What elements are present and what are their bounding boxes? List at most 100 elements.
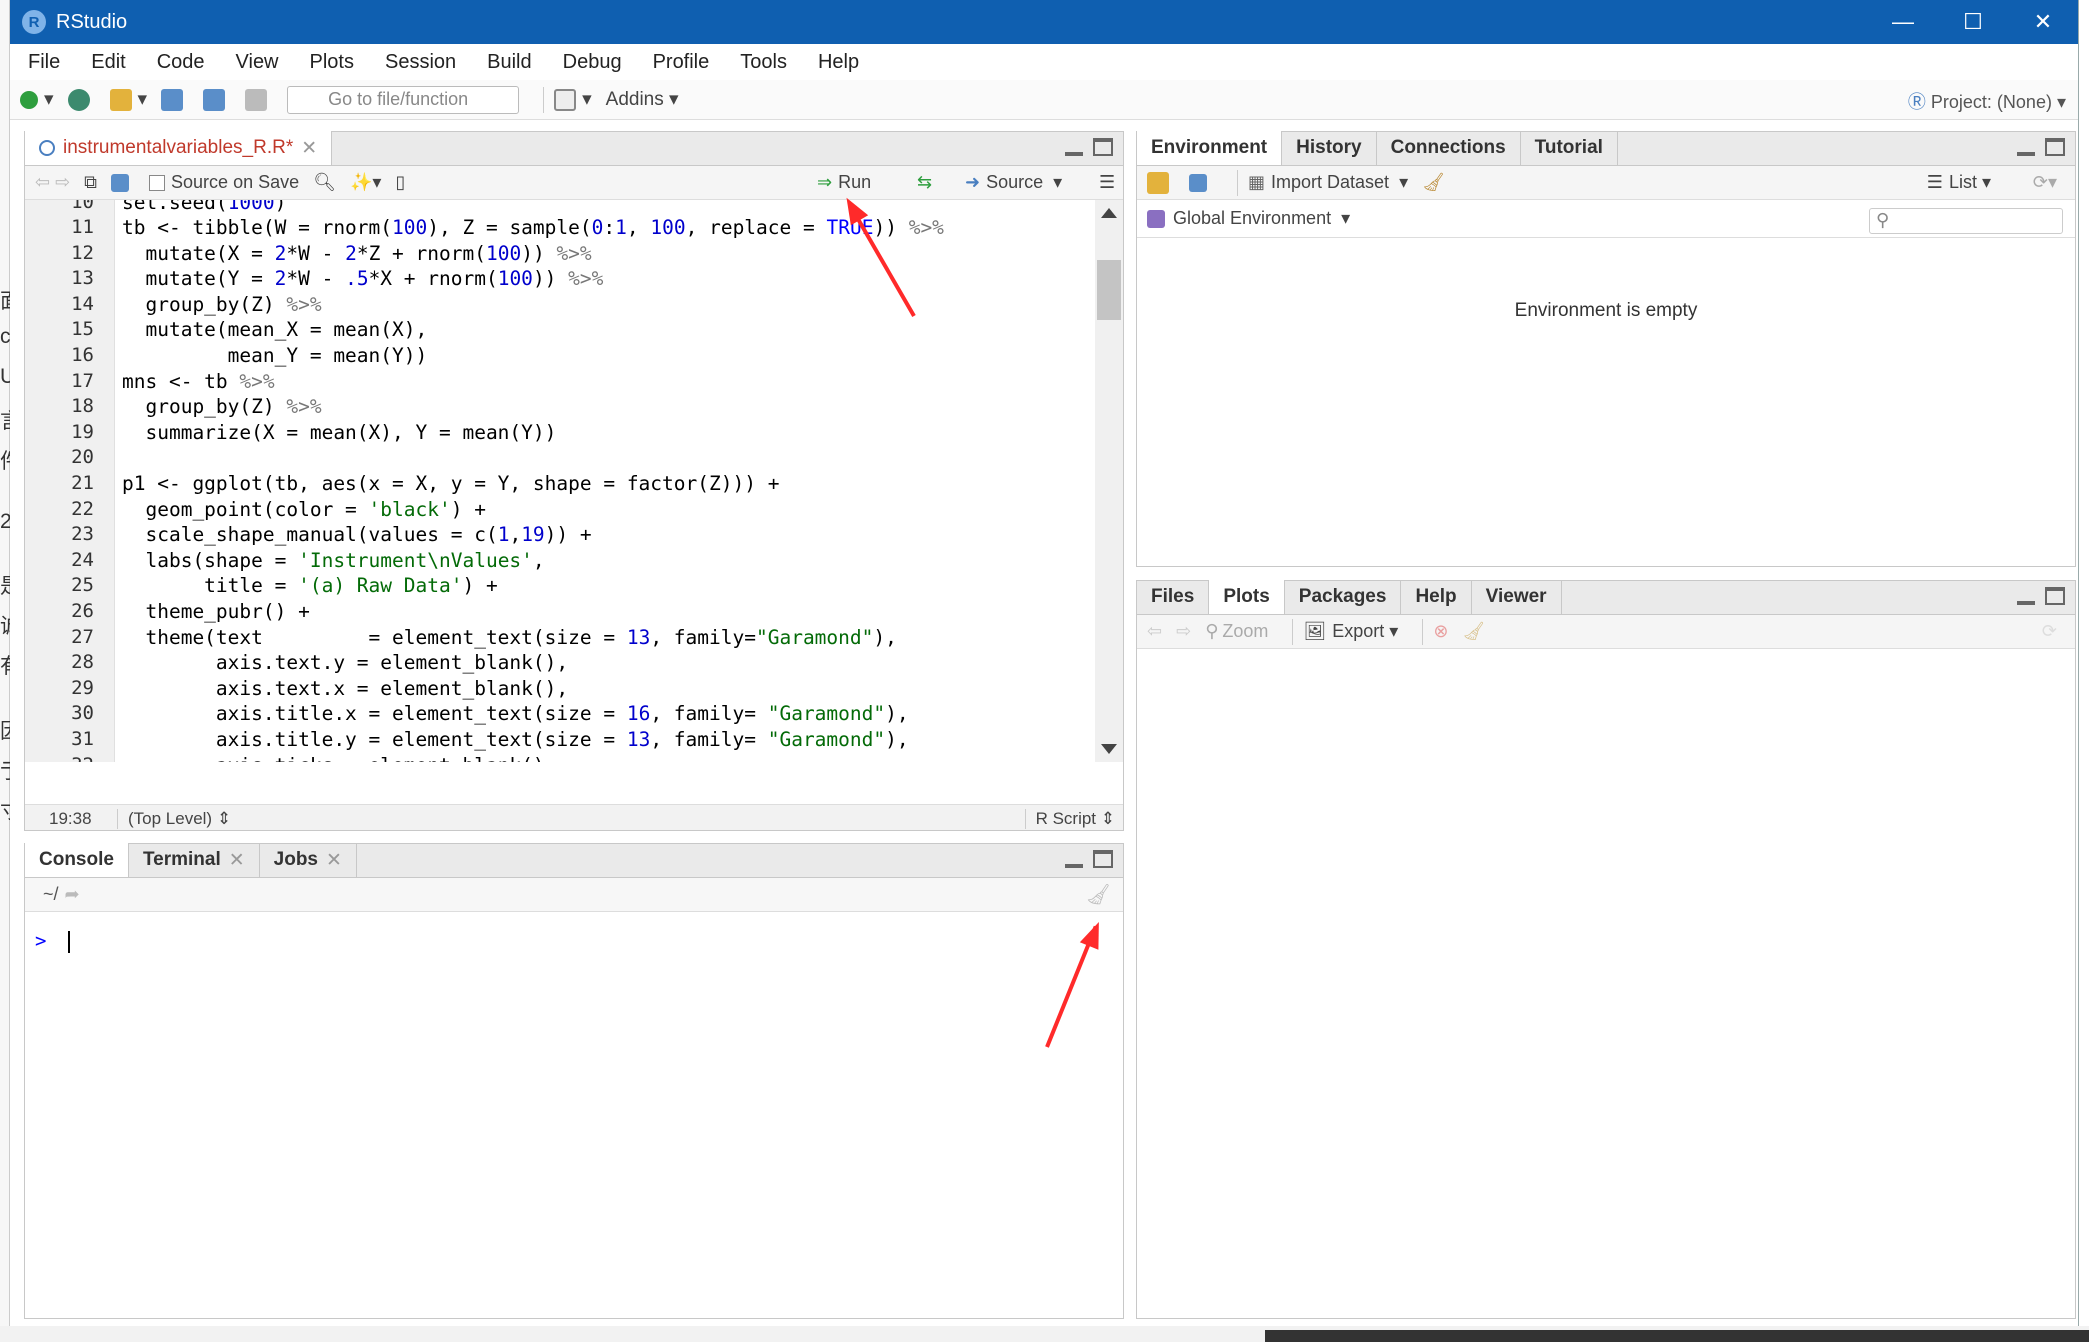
menu-debug[interactable]: Debug	[563, 51, 622, 74]
console-prompt: >	[35, 930, 47, 952]
source-button[interactable]: ➜ Source ▾	[965, 172, 1062, 193]
save-button[interactable]	[161, 88, 189, 111]
tab-jobs[interactable]: Jobs ✕	[260, 843, 357, 877]
maximize-pane-icon[interactable]	[1093, 850, 1113, 868]
close-tab-icon[interactable]: ✕	[301, 137, 317, 160]
show-in-window-icon[interactable]: ⧉	[84, 172, 97, 193]
menu-code[interactable]: Code	[157, 51, 205, 74]
scroll-thumb[interactable]	[1097, 260, 1121, 320]
rerun-icon[interactable]: ⇆	[917, 172, 932, 193]
tab-terminal[interactable]: Terminal ✕	[129, 843, 260, 877]
console-pane-controls	[1065, 850, 1113, 868]
code-tools-icon[interactable]: ✨▾	[350, 172, 381, 193]
source-on-save-checkbox[interactable]: Source on Save	[149, 172, 299, 193]
close-jobs-icon[interactable]: ✕	[326, 849, 342, 872]
tab-packages[interactable]: Packages	[1285, 580, 1402, 614]
code-line: mean_Y = mean(Y))	[122, 344, 428, 367]
minimize-pane-icon[interactable]	[2017, 152, 2035, 156]
maximize-button[interactable]: ☐	[1938, 0, 2008, 44]
import-dataset-button[interactable]: ▦ Import Dataset ▾	[1248, 172, 1408, 193]
menu-plots[interactable]: Plots	[310, 51, 354, 74]
line-number: 30	[71, 702, 94, 724]
maximize-pane-icon[interactable]	[2045, 138, 2065, 156]
project-menu[interactable]: Ⓡ Project: (None) ▾	[1908, 88, 2066, 114]
clear-env-icon[interactable]: 🧹︎	[1422, 172, 1445, 193]
menu-help[interactable]: Help	[818, 51, 859, 74]
goto-dir-icon[interactable]: ➦	[65, 884, 80, 905]
back-icon[interactable]: ⇦ ⇨	[35, 172, 70, 193]
save-file-icon[interactable]	[111, 173, 135, 192]
menu-build[interactable]: Build	[487, 51, 531, 74]
minimize-button[interactable]: —	[1868, 0, 1938, 44]
menu-profile[interactable]: Profile	[653, 51, 710, 74]
menu-view[interactable]: View	[236, 51, 279, 74]
minimize-pane-icon[interactable]	[1065, 152, 1083, 156]
tab-viewer[interactable]: Viewer	[1472, 580, 1562, 614]
code-area[interactable]: 10 11 12 13 14 15 16 17 18 19 20 21 22 2…	[25, 200, 1093, 762]
tab-console[interactable]: Console	[25, 843, 129, 877]
pane-layout-button[interactable]: ▾	[554, 88, 592, 111]
close-button[interactable]: ✕	[2008, 0, 2078, 44]
scroll-down-icon[interactable]	[1101, 744, 1117, 754]
console-output[interactable]: >	[25, 920, 1123, 1318]
list-view-button[interactable]: ☰ List ▾	[1927, 172, 1991, 193]
tab-viewer-label: Viewer	[1485, 586, 1547, 607]
tab-environment[interactable]: Environment	[1137, 131, 1283, 165]
editor-vertical-scrollbar[interactable]	[1095, 200, 1123, 762]
new-project-button[interactable]	[67, 88, 96, 111]
compile-report-icon[interactable]: ▯	[395, 172, 405, 193]
scroll-up-icon[interactable]	[1101, 208, 1117, 218]
r-file-icon	[39, 140, 55, 156]
global-env-selector[interactable]: Global Environment ▾	[1147, 208, 1350, 229]
table-icon: ▦	[1248, 172, 1266, 192]
new-file-button[interactable]: ▾	[20, 88, 54, 111]
clear-console-icon[interactable]: 🧹︎	[1086, 882, 1111, 907]
menu-file[interactable]: File	[28, 51, 60, 74]
prev-plot-icon[interactable]: ⇦	[1147, 621, 1162, 642]
tab-history[interactable]: History	[1282, 131, 1377, 165]
run-button[interactable]: ⇒ Run	[817, 172, 871, 193]
minimize-pane-icon[interactable]	[2017, 601, 2035, 605]
source-on-save-label: Source on Save	[171, 172, 300, 192]
editor-status-bar: 19:38 (Top Level) ⇕ R Script ⇕	[25, 804, 1123, 830]
refresh-plot-icon[interactable]: ⟳	[2042, 621, 2057, 642]
refresh-env-icon[interactable]: ⟳▾	[2033, 172, 2057, 193]
editor-pane-controls	[1065, 138, 1113, 156]
zoom-button[interactable]: ⚲ Zoom	[1205, 621, 1268, 642]
save-all-button[interactable]	[203, 88, 231, 111]
files-pane-controls	[2017, 587, 2065, 605]
maximize-pane-icon[interactable]	[2045, 587, 2065, 605]
list-icon: ☰	[1926, 172, 1943, 192]
menu-session[interactable]: Session	[385, 51, 456, 74]
remove-plot-icon[interactable]: ⊗	[1433, 621, 1448, 642]
file-type-selector[interactable]: R Script ⇕	[1024, 809, 1115, 829]
load-workspace-icon[interactable]	[1147, 171, 1175, 194]
env-search-input[interactable]: ⚲	[1869, 208, 2063, 234]
save-workspace-icon[interactable]	[1189, 173, 1213, 192]
next-plot-icon[interactable]: ⇨	[1176, 621, 1191, 642]
tab-help[interactable]: Help	[1401, 580, 1472, 614]
tab-tutorial[interactable]: Tutorial	[1521, 131, 1618, 165]
source-label: Source	[986, 172, 1044, 192]
minimize-pane-icon[interactable]	[1065, 864, 1083, 868]
scope-selector[interactable]: (Top Level) ⇕	[117, 809, 231, 829]
find-icon[interactable]: 🔍︎	[313, 172, 336, 193]
open-file-button[interactable]: ▾	[109, 88, 147, 111]
menu-edit[interactable]: Edit	[91, 51, 125, 74]
goto-file-input[interactable]: Go to file/function	[287, 85, 520, 114]
tab-plots[interactable]: Plots	[1209, 580, 1285, 614]
maximize-pane-icon[interactable]	[1093, 138, 1113, 156]
clear-plots-icon[interactable]: 🧹︎	[1462, 621, 1485, 642]
outline-icon[interactable]: ☰	[1099, 172, 1115, 193]
close-terminal-icon[interactable]: ✕	[229, 849, 245, 872]
editor-tab[interactable]: instrumentalvariables_R.R* ✕	[25, 131, 333, 165]
toolbar-separator	[1292, 618, 1294, 645]
scope-label: (Top Level)	[128, 809, 213, 828]
menu-tools[interactable]: Tools	[740, 51, 787, 74]
export-button[interactable]: 🖼︎ Export ▾	[1303, 621, 1398, 642]
addins-button[interactable]: Addins ▾	[606, 88, 679, 111]
tab-connections[interactable]: Connections	[1377, 131, 1521, 165]
tab-files[interactable]: Files	[1137, 580, 1210, 614]
print-button[interactable]	[245, 88, 273, 111]
menu-bar: File Edit Code View Plots Session Build …	[10, 44, 2078, 80]
